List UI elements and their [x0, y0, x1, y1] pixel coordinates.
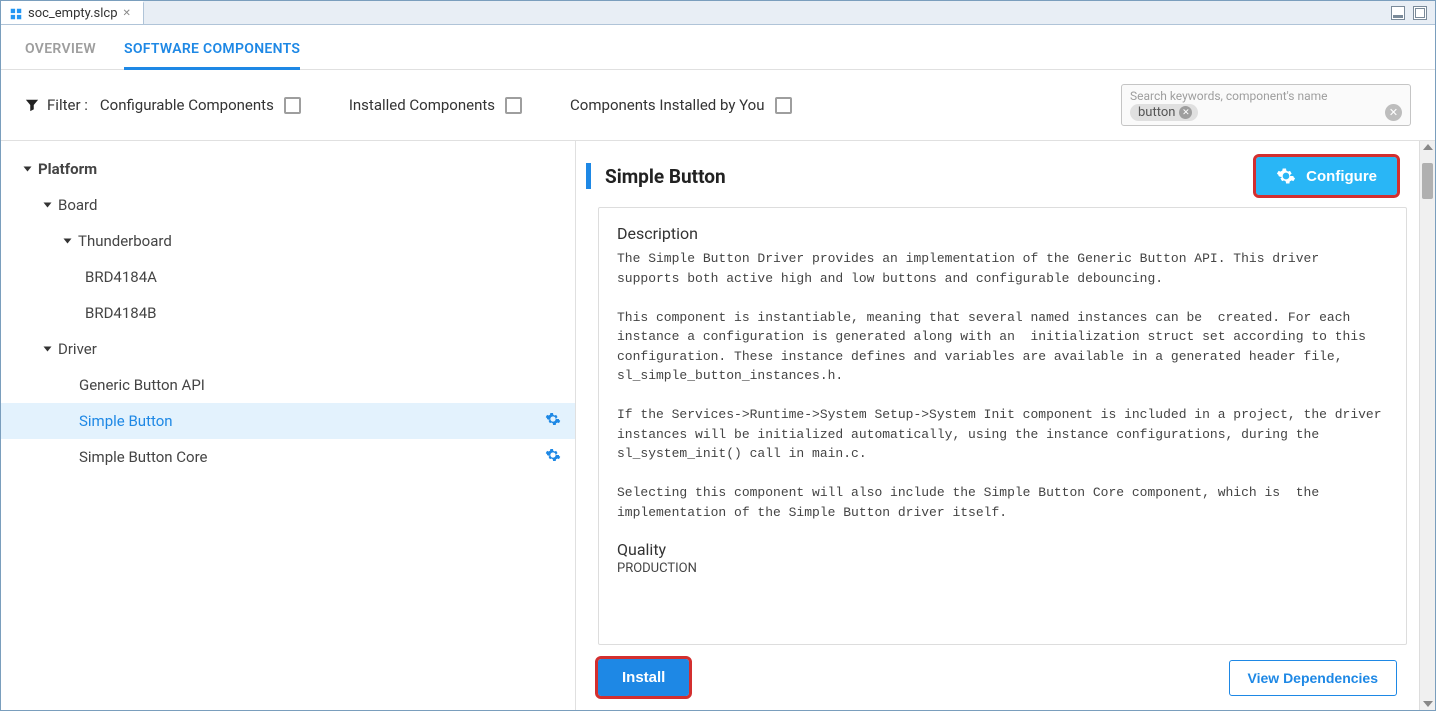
filter-icon: [25, 97, 39, 113]
maximize-pane-button[interactable]: [1413, 6, 1427, 20]
search-placeholder: Search keywords, component's name: [1130, 89, 1402, 103]
tree-label: Board: [58, 196, 97, 214]
gear-icon[interactable]: [545, 447, 561, 467]
caret-icon: [24, 167, 32, 172]
description-heading: Description: [617, 224, 1388, 243]
description-card: Description The Simple Button Driver pro…: [598, 207, 1407, 645]
filter-bar: Filter : Configurable Components Install…: [1, 70, 1435, 141]
configure-button[interactable]: Configure: [1256, 157, 1397, 195]
tree-simple-button[interactable]: Simple Button: [1, 403, 575, 439]
detail-scroll-area: Description The Simple Button Driver pro…: [576, 207, 1419, 645]
search-input[interactable]: Search keywords, component's name button…: [1121, 84, 1411, 126]
install-label: Install: [622, 669, 665, 686]
file-icon: [9, 7, 23, 21]
tree-platform[interactable]: Platform: [1, 151, 575, 187]
caret-icon: [44, 203, 52, 208]
tree-label: Driver: [58, 340, 97, 358]
close-tab-icon[interactable]: ✕: [123, 8, 135, 20]
quality-heading: Quality: [617, 540, 1388, 559]
detail-header: Simple Button Configure: [576, 141, 1419, 207]
tree-generic-button-api[interactable]: Generic Button API: [1, 367, 575, 403]
tree-label: Generic Button API: [79, 376, 205, 394]
tree-brd4184a[interactable]: BRD4184A: [1, 259, 575, 295]
file-tab-label: soc_empty.slcp: [28, 6, 118, 21]
gear-icon[interactable]: [545, 411, 561, 431]
tree-label: Platform: [38, 160, 97, 178]
search-chip-label: button: [1138, 105, 1175, 120]
filter-label: Filter :: [47, 96, 88, 114]
vertical-scrollbar[interactable]: [1419, 141, 1435, 710]
minimize-pane-button[interactable]: [1391, 6, 1405, 20]
tree-label: Thunderboard: [78, 232, 172, 250]
detail-footer: Install View Dependencies: [576, 645, 1419, 710]
app-window: soc_empty.slcp ✕ OVERVIEW SOFTWARE COMPO…: [0, 0, 1436, 711]
caret-icon: [44, 347, 52, 352]
file-tab-soc-empty[interactable]: soc_empty.slcp ✕: [1, 1, 144, 24]
configure-label: Configure: [1306, 168, 1377, 185]
main-split: Platform Board Thunderboard BRD4184A BRD…: [1, 141, 1435, 710]
install-button[interactable]: Install: [598, 659, 689, 696]
page-tabs: OVERVIEW SOFTWARE COMPONENTS: [1, 25, 1435, 70]
gear-icon: [1276, 166, 1296, 186]
tab-software-components[interactable]: SOFTWARE COMPONENTS: [124, 37, 300, 70]
editor-tabstrip: soc_empty.slcp ✕: [1, 1, 1435, 25]
tree-label: BRD4184A: [85, 268, 157, 286]
search-clear-icon[interactable]: ✕: [1385, 104, 1402, 121]
search-chip[interactable]: button ✕: [1130, 104, 1198, 121]
filter-installed-checkbox[interactable]: [505, 97, 522, 114]
tree-board[interactable]: Board: [1, 187, 575, 223]
tree-label: Simple Button: [79, 412, 173, 430]
tab-overview[interactable]: OVERVIEW: [25, 37, 96, 69]
scroll-down-icon[interactable]: [1423, 701, 1433, 707]
filter-by-you-checkbox[interactable]: [775, 97, 792, 114]
description-body: The Simple Button Driver provides an imp…: [617, 249, 1388, 522]
quality-value: PRODUCTION: [617, 561, 1388, 576]
accent-bar: [586, 163, 591, 189]
tree-simple-button-core[interactable]: Simple Button Core: [1, 439, 575, 475]
component-tree: Platform Board Thunderboard BRD4184A BRD…: [1, 141, 576, 710]
detail-pane: Simple Button Configure Description The …: [576, 141, 1435, 710]
tree-thunderboard[interactable]: Thunderboard: [1, 223, 575, 259]
tree-label: BRD4184B: [85, 304, 157, 322]
view-deps-label: View Dependencies: [1248, 670, 1378, 686]
filter-configurable-label: Configurable Components: [100, 96, 274, 114]
chip-remove-icon[interactable]: ✕: [1179, 106, 1192, 119]
filter-installed-label: Installed Components: [349, 96, 495, 114]
tree-brd4184b[interactable]: BRD4184B: [1, 295, 575, 331]
tree-driver[interactable]: Driver: [1, 331, 575, 367]
scroll-up-icon[interactable]: [1423, 144, 1433, 150]
scroll-thumb[interactable]: [1422, 163, 1433, 199]
view-dependencies-button[interactable]: View Dependencies: [1229, 660, 1397, 696]
tree-label: Simple Button Core: [79, 448, 208, 466]
caret-icon: [64, 239, 72, 244]
filter-configurable-checkbox[interactable]: [284, 97, 301, 114]
component-title: Simple Button: [605, 165, 1256, 188]
filter-by-you-label: Components Installed by You: [570, 96, 764, 114]
